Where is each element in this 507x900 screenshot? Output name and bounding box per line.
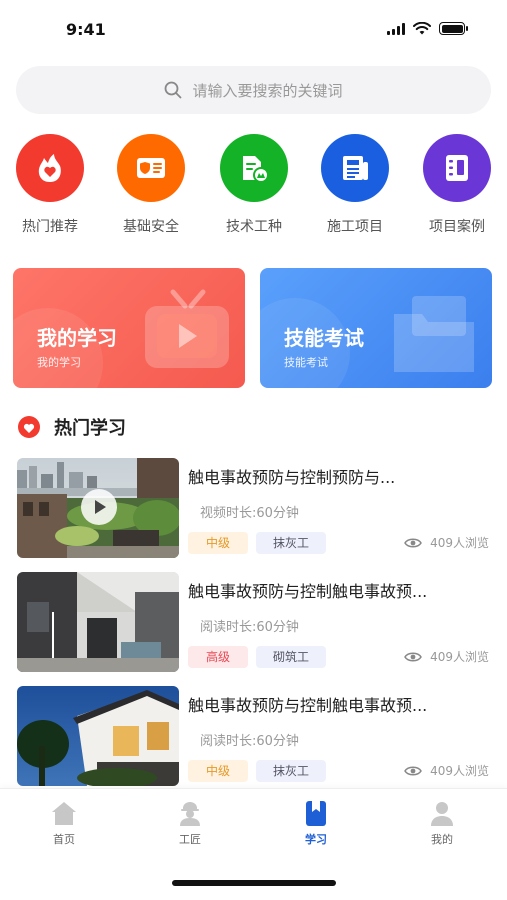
worker-icon bbox=[180, 802, 200, 826]
status-icons bbox=[387, 22, 468, 35]
view-count: 409人浏览 bbox=[404, 762, 489, 779]
tab-learning[interactable]: 学习 bbox=[276, 799, 356, 847]
item-duration: 阅读时长:60分钟 bbox=[200, 620, 299, 635]
item-duration: 视频时长:60分钟 bbox=[200, 506, 299, 521]
tab-home[interactable]: 首页 bbox=[24, 799, 104, 847]
level-badge: 中级 bbox=[188, 760, 248, 782]
category-project-cases[interactable]: 项目案例 bbox=[412, 134, 502, 236]
eye-icon bbox=[404, 766, 422, 775]
list-item[interactable]: 触电事故预防与控制触电事故预... 阅读时长:60分钟 高级 砌筑工 409人浏… bbox=[0, 570, 507, 672]
category-circle bbox=[423, 134, 491, 202]
category-grid: 热门推荐 基础安全 技术工种 施工项目 项目案例 bbox=[0, 134, 507, 244]
job-badge: 砌筑工 bbox=[256, 646, 326, 668]
section-header: 热门学习 bbox=[18, 414, 126, 440]
search-placeholder: 请输入要搜索的关键词 bbox=[192, 81, 343, 100]
tab-label: 工匠 bbox=[179, 833, 201, 846]
battery-icon bbox=[439, 22, 468, 35]
person-icon bbox=[431, 802, 453, 826]
folder-icon bbox=[394, 296, 474, 372]
category-label: 技术工种 bbox=[226, 219, 282, 235]
flame-heart-icon bbox=[38, 154, 61, 182]
level-badge: 中级 bbox=[188, 532, 248, 554]
item-title: 触电事故预防与控制触电事故预... bbox=[188, 696, 428, 715]
search-icon bbox=[165, 81, 182, 99]
search-bar[interactable]: 请输入要搜索的关键词 bbox=[16, 66, 491, 114]
list-item[interactable]: 触电事故预防与控制预防与... 视频时长:60分钟 中级 抹灰工 409人浏览 bbox=[0, 456, 507, 558]
category-label: 热门推荐 bbox=[22, 219, 78, 235]
id-card-shield-icon bbox=[137, 158, 165, 178]
banner-skill-exam[interactable]: 技能考试 技能考试 bbox=[260, 268, 492, 388]
home-icon bbox=[52, 802, 76, 825]
view-count: 409人浏览 bbox=[404, 648, 489, 665]
thumbnail-image bbox=[17, 572, 179, 672]
level-badge: 高级 bbox=[188, 646, 248, 668]
banner-my-learning[interactable]: 我的学习 我的学习 bbox=[13, 268, 245, 388]
bookmark-book-icon bbox=[306, 801, 326, 826]
banner-title: 技能考试 bbox=[284, 326, 364, 350]
eye-icon bbox=[404, 652, 422, 661]
signal-icon bbox=[387, 22, 405, 35]
status-time: 9:41 bbox=[66, 20, 106, 39]
status-bar: 9:41 bbox=[0, 0, 507, 60]
view-count-text: 409人浏览 bbox=[430, 764, 489, 778]
category-circle bbox=[117, 134, 185, 202]
category-tech-trade[interactable]: 技术工种 bbox=[209, 134, 299, 236]
category-circle bbox=[220, 134, 288, 202]
banner-subtitle: 我的学习 bbox=[37, 356, 81, 369]
category-label: 施工项目 bbox=[327, 219, 383, 235]
category-basic-safety[interactable]: 基础安全 bbox=[106, 134, 196, 236]
tab-craftsman[interactable]: 工匠 bbox=[150, 799, 230, 847]
category-circle bbox=[321, 134, 389, 202]
item-title: 触电事故预防与控制触电事故预... bbox=[188, 582, 428, 601]
binder-icon bbox=[446, 155, 468, 181]
view-count-text: 409人浏览 bbox=[430, 536, 489, 550]
view-count: 409人浏览 bbox=[404, 534, 489, 551]
tab-label: 学习 bbox=[305, 833, 327, 846]
category-label: 项目案例 bbox=[429, 219, 485, 235]
banner-title: 我的学习 bbox=[37, 326, 117, 350]
section-title: 热门学习 bbox=[54, 418, 126, 439]
category-label: 基础安全 bbox=[123, 219, 179, 235]
list-item[interactable]: 触电事故预防与控制触电事故预... 阅读时长:60分钟 中级 抹灰工 409人浏… bbox=[0, 684, 507, 786]
tab-mine[interactable]: 我的 bbox=[402, 799, 482, 847]
tab-label: 我的 bbox=[431, 833, 453, 846]
job-badge: 抹灰工 bbox=[256, 532, 326, 554]
newspaper-icon bbox=[343, 156, 368, 180]
tab-label: 首页 bbox=[53, 833, 75, 846]
item-duration: 阅读时长:60分钟 bbox=[200, 734, 299, 749]
play-icon[interactable] bbox=[81, 489, 117, 525]
eye-icon bbox=[404, 538, 422, 547]
tv-play-icon bbox=[145, 289, 229, 368]
item-title: 触电事故预防与控制预防与... bbox=[188, 468, 396, 487]
view-count-text: 409人浏览 bbox=[430, 650, 489, 664]
job-badge: 抹灰工 bbox=[256, 760, 326, 782]
home-indicator bbox=[172, 880, 336, 886]
thumbnail-image bbox=[17, 686, 179, 786]
worker-badge-icon bbox=[243, 156, 269, 183]
category-construction-project[interactable]: 施工项目 bbox=[310, 134, 400, 236]
wifi-icon bbox=[413, 22, 431, 35]
category-hot[interactable]: 热门推荐 bbox=[5, 134, 95, 236]
hot-section-icon bbox=[18, 416, 40, 438]
thumbnail-image bbox=[17, 458, 179, 558]
banner-subtitle: 技能考试 bbox=[284, 356, 328, 369]
category-circle bbox=[16, 134, 84, 202]
